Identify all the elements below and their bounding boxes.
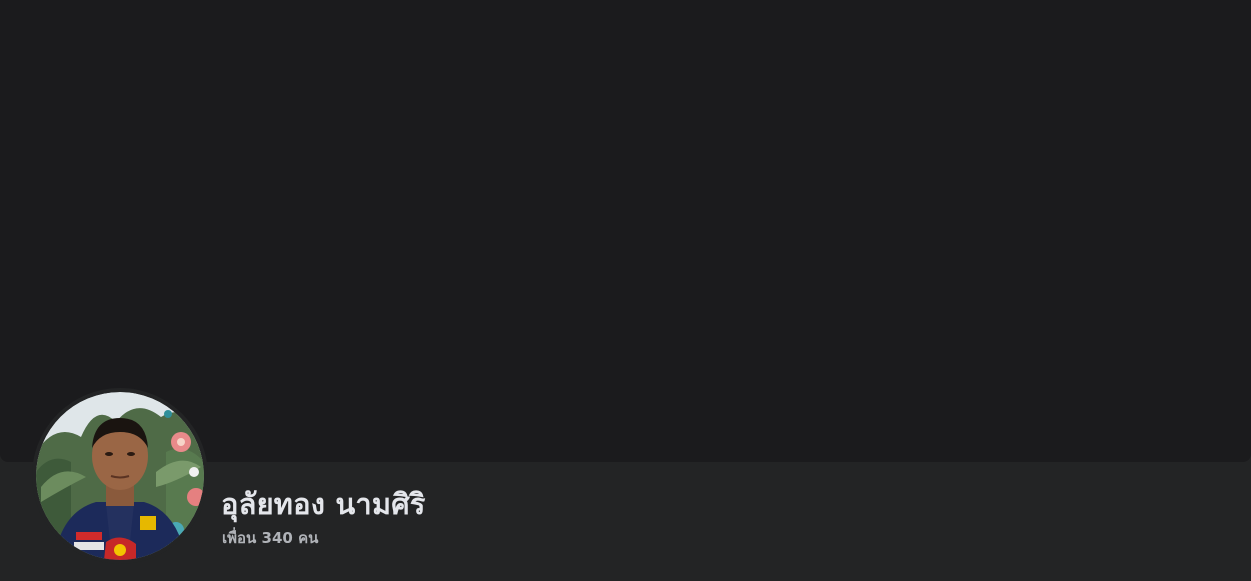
friends-count-link[interactable]: เพื่อน 340 คน: [222, 528, 318, 548]
friends-count: 340: [261, 529, 293, 547]
profile-page: อุลัยทอง นามศิริ เพื่อน 340 คน: [0, 0, 1251, 581]
cover-photo-area[interactable]: [0, 0, 1251, 462]
profile-photo-icon: [36, 392, 204, 560]
profile-name: อุลัยทอง นามศิริ: [221, 487, 426, 521]
friends-label: เพื่อน: [222, 529, 257, 547]
profile-avatar[interactable]: [32, 388, 208, 564]
friends-unit: คน: [298, 529, 319, 547]
